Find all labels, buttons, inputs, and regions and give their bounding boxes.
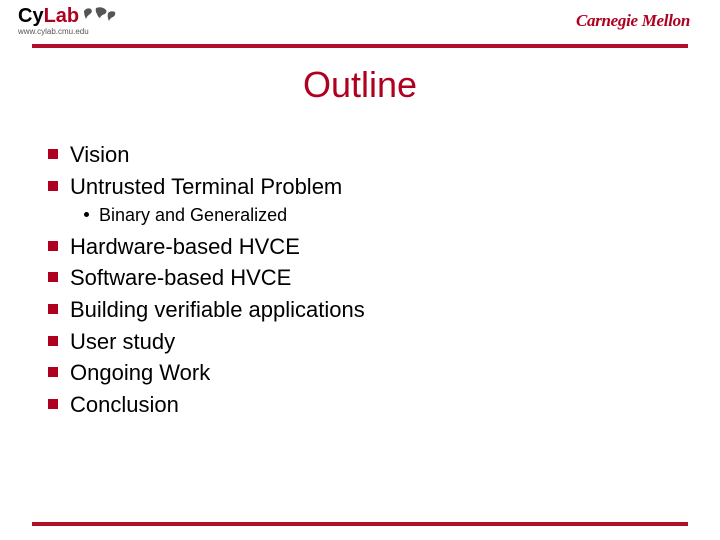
- bullet-text: Building verifiable applications: [70, 295, 365, 325]
- bullet-item: Conclusion: [48, 390, 672, 420]
- square-bullet-icon: [48, 336, 58, 346]
- bullet-text: User study: [70, 327, 175, 357]
- sub-bullet-item: Binary and Generalized: [84, 203, 672, 227]
- slide: CyLab www.cylab.cmu.edu Carnegie Mellon …: [0, 0, 720, 540]
- bullet-item: Untrusted Terminal Problem: [48, 172, 672, 202]
- header-bar: CyLab www.cylab.cmu.edu Carnegie Mellon: [0, 0, 720, 42]
- cylab-logo: CyLab www.cylab.cmu.edu: [18, 6, 117, 36]
- square-bullet-icon: [48, 241, 58, 251]
- bullet-text: Software-based HVCE: [70, 263, 291, 293]
- bullet-text: Conclusion: [70, 390, 179, 420]
- square-bullet-icon: [48, 367, 58, 377]
- bullet-text: Hardware-based HVCE: [70, 232, 300, 262]
- bullet-text: Vision: [70, 140, 130, 170]
- square-bullet-icon: [48, 149, 58, 159]
- slide-content: Vision Untrusted Terminal Problem Binary…: [48, 140, 672, 422]
- bullet-item: Software-based HVCE: [48, 263, 672, 293]
- carnegie-mellon-wordmark: Carnegie Mellon: [576, 11, 690, 31]
- dot-bullet-icon: [84, 212, 89, 217]
- bullet-item: User study: [48, 327, 672, 357]
- logo-lab: Lab: [44, 5, 80, 27]
- square-bullet-icon: [48, 399, 58, 409]
- slide-title: Outline: [0, 64, 720, 106]
- bullet-text: Untrusted Terminal Problem: [70, 172, 342, 202]
- top-divider: [32, 44, 688, 48]
- bullet-text: Ongoing Work: [70, 358, 210, 388]
- bullet-item: Vision: [48, 140, 672, 170]
- square-bullet-icon: [48, 272, 58, 282]
- logo-cy: Cy: [18, 5, 44, 27]
- world-map-icon: [83, 6, 117, 24]
- bottom-divider: [32, 522, 688, 526]
- cylab-url: www.cylab.cmu.edu: [18, 28, 117, 36]
- bullet-item: Ongoing Work: [48, 358, 672, 388]
- square-bullet-icon: [48, 304, 58, 314]
- sub-bullet-text: Binary and Generalized: [99, 203, 287, 227]
- square-bullet-icon: [48, 181, 58, 191]
- bullet-item: Building verifiable applications: [48, 295, 672, 325]
- cylab-logo-text: CyLab: [18, 6, 117, 26]
- bullet-item: Hardware-based HVCE: [48, 232, 672, 262]
